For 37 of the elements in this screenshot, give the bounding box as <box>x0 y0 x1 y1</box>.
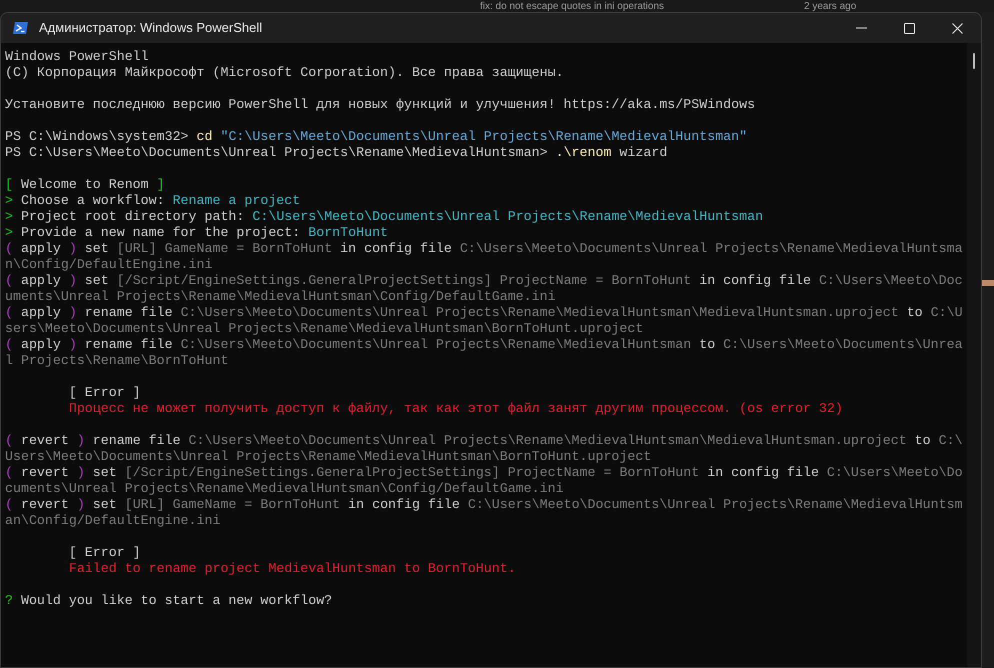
terminal-line: PS C:\Users\Meeto\Documents\Unreal Projects\Rename\MedievalHuntsman> .\renom wizard <box>5 145 668 161</box>
terminal-line: ( revert ) set [/Script/EngineSettings.GeneralProjectSettings] ProjectName = BornToHunt in config file C:\Users\Meeto\Do <box>5 465 963 481</box>
terminal-line: ? Would you like to start a new workflow? <box>5 593 332 609</box>
terminal-line: Windows PowerShell <box>5 49 149 65</box>
terminal-line: l Projects\Rename\BornToHunt <box>5 353 228 369</box>
terminal-line: an\Config/DefaultEngine.ini <box>5 513 220 529</box>
commit-message: fix: do not escape quotes in ini operations <box>480 1 664 12</box>
terminal-line: uments\Unreal Projects\Rename\MedievalHuntsman\Config/DefaultGame.ini <box>5 289 556 305</box>
terminal-line: (C) Корпорация Майкрософт (Microsoft Corporation). Все права защищены. <box>5 65 564 81</box>
terminal-line: cuments\Unreal Projects\Rename\MedievalHuntsman\Config/DefaultGame.ini <box>5 481 564 497</box>
terminal-line: ( apply ) rename file C:\Users\Meeto\Documents\Unreal Projects\Rename\MedievalHuntsman to C:\Users\Meeto\Documents\Unrea <box>5 337 963 353</box>
terminal-line: > Choose a workflow: Rename a project <box>5 193 300 209</box>
commit-age: 2 years ago <box>804 1 856 12</box>
scroll-marker <box>982 280 994 286</box>
terminal-line: > Provide a new name for the project: BornToHunt <box>5 225 388 241</box>
terminal-app-icon <box>13 21 29 35</box>
terminal-line: Процесс не может получить доступ к файлу, так как этот файл занят другим процессом. (os error 32) <box>68 401 843 417</box>
terminal-line: PS C:\Windows\system32> cd "C:\Users\Meeto\Documents\Unreal Projects\Rename\MedievalHuntsman" <box>5 129 748 145</box>
terminal-line: ( revert ) set [URL] GameName = BornToHunt in config file C:\Users\Meeto\Documents\Unreal Projects\Rename\MedievalHuntsm <box>5 497 963 513</box>
terminal-line: ( apply ) set [URL] GameName = BornToHunt in config file C:\Users\Meeto\Documents\Unreal Projects\Rename\MedievalHuntsma <box>5 241 963 257</box>
terminal-line: > Project root directory path: C:\Users\Meeto\Documents\Unreal Projects\Rename\MedievalHuntsman <box>5 209 764 225</box>
terminal-line: sers\Meeto\Documents\Unreal Projects\Rename\MedievalHuntsman\BornToHunt.uproject <box>5 321 644 337</box>
terminal-line: n\Config/DefaultEngine.ini <box>5 257 212 273</box>
terminal-line: [ Welcome to Renom ] <box>5 177 165 193</box>
scrollbar-thumb[interactable] <box>973 53 975 69</box>
terminal-line: ( apply ) rename file C:\Users\Meeto\Documents\Unreal Projects\Rename\MedievalHuntsman\MedievalHuntsman.uproject to C:\U <box>5 305 963 321</box>
terminal-line: ( revert ) rename file C:\Users\Meeto\Documents\Unreal Projects\Rename\MedievalHuntsman\MedievalHuntsman.uproject to C:\ <box>5 433 963 449</box>
terminal-line: ( apply ) set [/Script/EngineSettings.GeneralProjectSettings] ProjectName = BornToHunt in config file C:\Users\Meeto\Doc <box>5 273 963 289</box>
terminal-line: [ Error ] <box>68 545 141 561</box>
terminal-line: [ Error ] <box>68 385 141 401</box>
close-icon <box>952 22 962 34</box>
terminal-line: Установите последнюю версию PowerShell для новых функций и улучшения! https://aka.ms/PSWindows <box>5 97 756 113</box>
terminal-line: Failed to rename project MedievalHuntsman to BornToHunt. <box>68 561 516 577</box>
window-title: Администратор: Windows PowerShell <box>39 19 262 38</box>
minimize-icon <box>856 27 866 29</box>
maximize-icon <box>904 22 914 34</box>
terminal-line: Users\Meeto\Documents\Unreal Projects\Rename\MedievalHuntsman\BornToHunt.uproject <box>5 449 652 465</box>
